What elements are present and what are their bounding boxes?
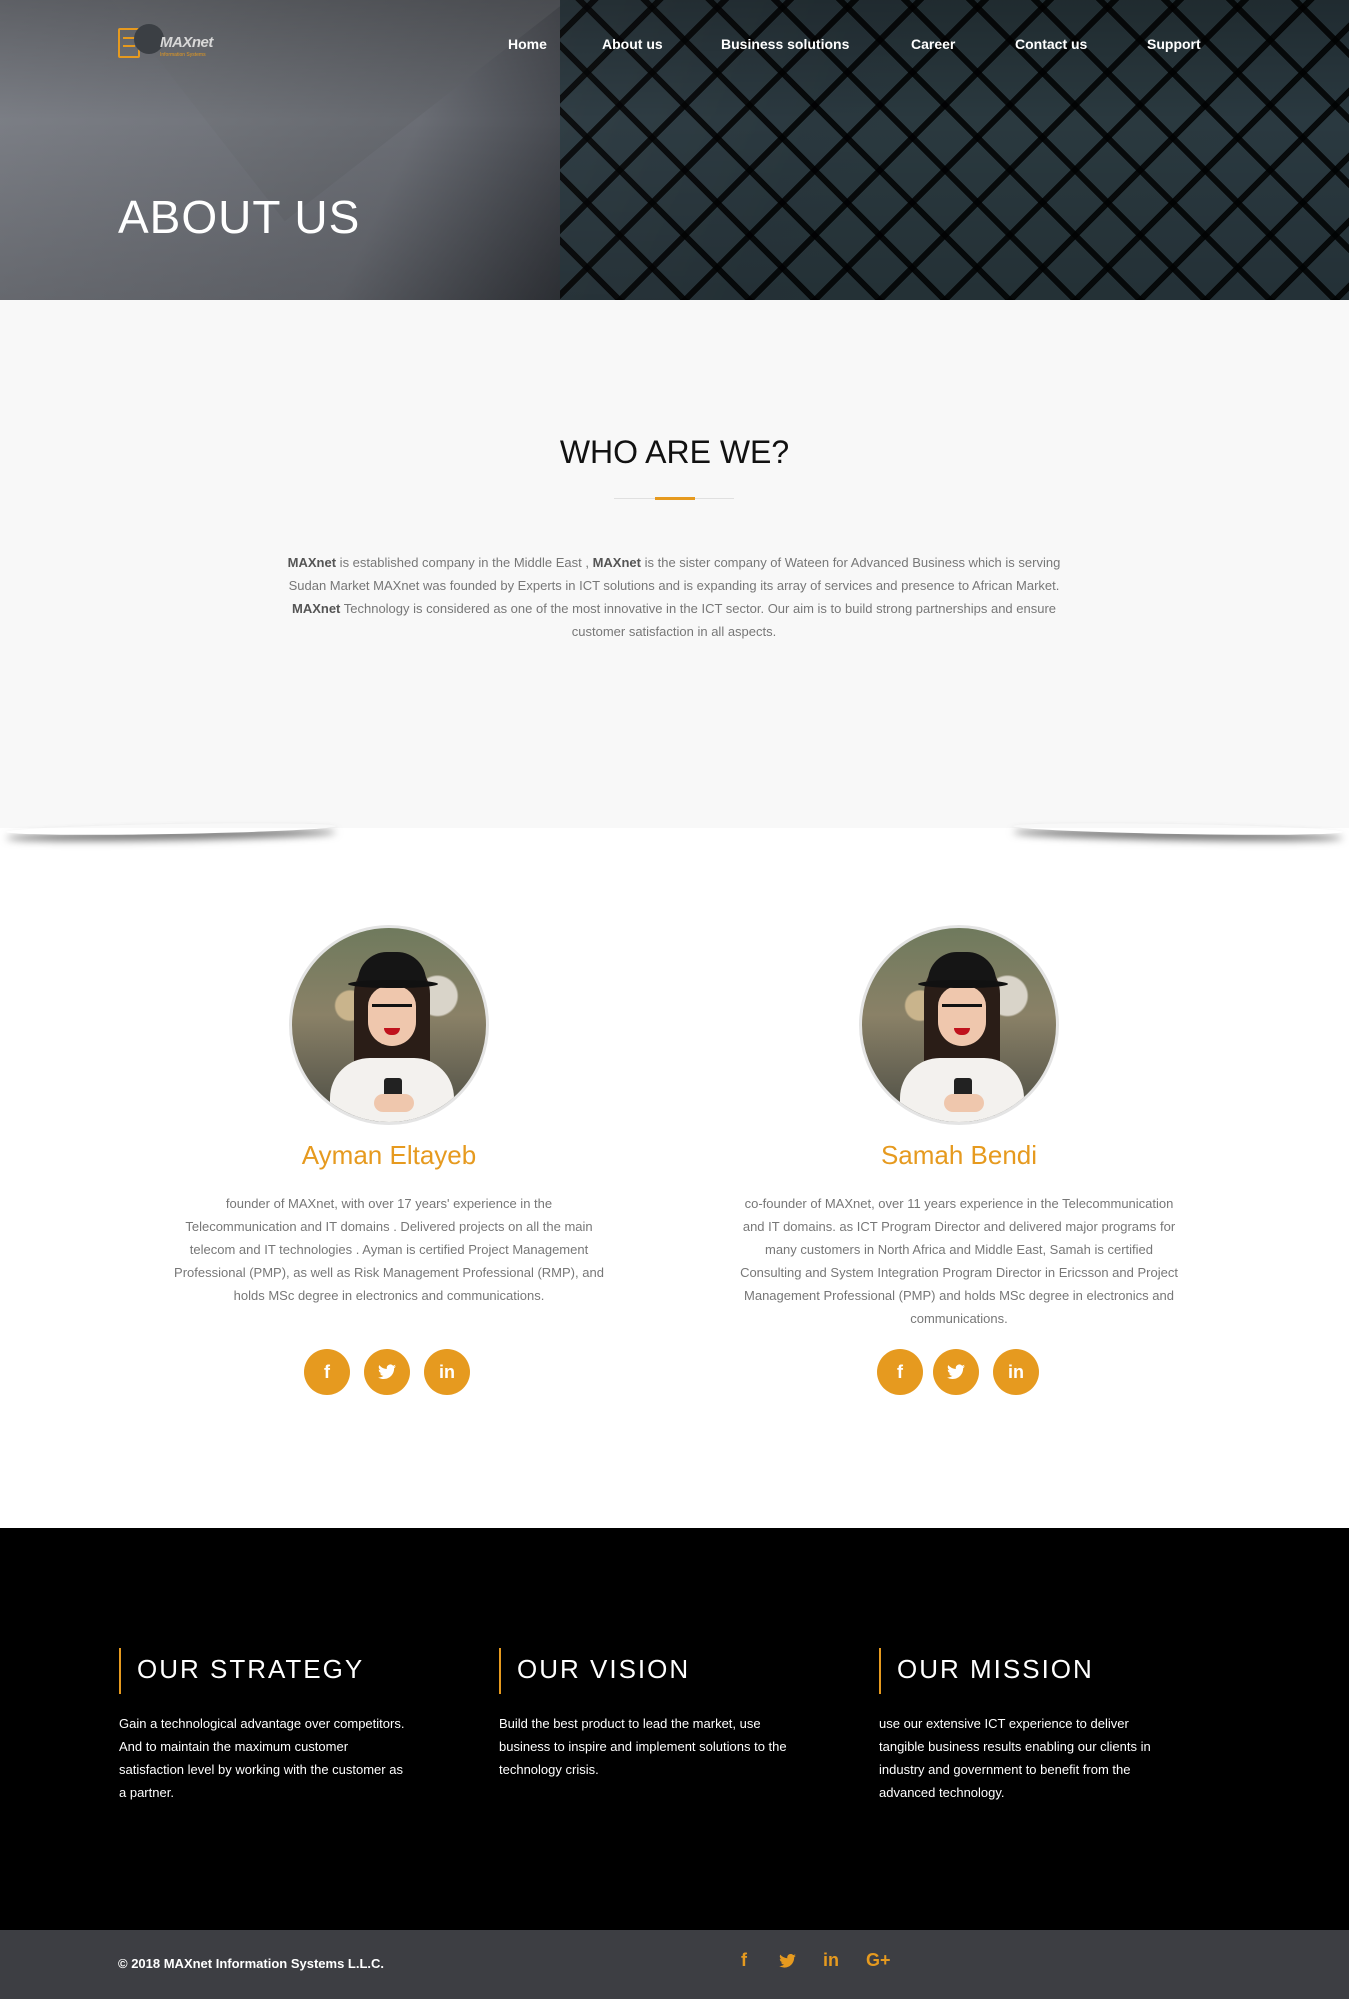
brand-bold: MAXnet — [291, 601, 341, 616]
who-are-we-section: WHO ARE WE? MAXnet is established compan… — [0, 300, 1349, 828]
pillar-title: OUR STRATEGY — [137, 1654, 365, 1684]
pillar-title: OUR VISION — [517, 1654, 691, 1684]
intro-text-part: is established company in the Middle Eas… — [336, 555, 593, 570]
facebook-icon[interactable]: f — [304, 1349, 350, 1395]
intro-text: MAXnet is established company in the Mid… — [268, 551, 1080, 643]
nav-business-solutions[interactable]: Business solutions — [721, 36, 849, 52]
logo-name: MAXnet — [160, 34, 213, 51]
linkedin-icon[interactable]: in — [424, 1349, 470, 1395]
member-name: Samah Bendi — [880, 1140, 1038, 1170]
pillar-accent-bar — [499, 1648, 501, 1694]
member-name: Ayman Eltayeb — [301, 1140, 477, 1170]
title-separator — [614, 497, 734, 500]
avatar — [289, 925, 489, 1125]
nav-contact-us[interactable]: Contact us — [1015, 36, 1087, 52]
hero-banner: MAXnet Information Systems Home About us… — [0, 0, 1349, 300]
copyright-text: © 2018 MAXnet Information Systems L.L.C. — [118, 1956, 385, 1971]
pillar-text: Build the best product to lead the marke… — [499, 1716, 787, 1777]
section-title: WHO ARE WE? — [559, 434, 790, 470]
footer-google-plus-icon[interactable]: G+ — [866, 1950, 891, 1971]
page-title: ABOUT US — [118, 191, 361, 243]
footer-linkedin-icon[interactable]: in — [823, 1950, 839, 1971]
pillar-text: Gain a technological advantage over comp… — [119, 1716, 405, 1800]
footer: © 2018 MAXnet Information Systems L.L.C.… — [0, 1930, 1349, 1999]
nav-home[interactable]: Home — [508, 36, 547, 52]
logo-tagline: Information Systems — [160, 52, 206, 58]
brand-bold: MAXnet — [592, 555, 641, 570]
pillar-accent-bar — [879, 1648, 881, 1694]
twitter-icon[interactable] — [933, 1349, 979, 1395]
footer-facebook-icon[interactable]: f — [741, 1950, 747, 1971]
member-bio: founder of MAXnet, with over 17 years' e… — [174, 1196, 604, 1303]
pillars-section: OUR STRATEGY Gain a technological advant… — [0, 1528, 1349, 1930]
pillar-title: OUR MISSION — [897, 1654, 1094, 1684]
section-shadow — [0, 828, 1349, 850]
twitter-icon[interactable] — [364, 1349, 410, 1395]
nav-about-us[interactable]: About us — [602, 36, 663, 52]
facebook-icon[interactable]: f — [877, 1349, 923, 1395]
separator-accent — [655, 497, 695, 500]
footer-twitter-icon[interactable] — [779, 1952, 796, 1973]
brand-bold: MAXnet — [287, 555, 337, 570]
member-bio: co-founder of MAXnet, over 11 years expe… — [740, 1196, 1178, 1326]
linkedin-icon[interactable]: in — [993, 1349, 1039, 1395]
nav-support[interactable]: Support — [1147, 36, 1201, 52]
intro-text-part: Technology is considered as one of the m… — [340, 601, 1057, 639]
pillar-accent-bar — [119, 1648, 121, 1694]
nav-career[interactable]: Career — [911, 36, 955, 52]
pillar-text: use our extensive ICT experience to deli… — [879, 1716, 1151, 1800]
maxnet-logo[interactable]: MAXnet Information Systems — [118, 24, 228, 68]
avatar — [859, 925, 1059, 1125]
